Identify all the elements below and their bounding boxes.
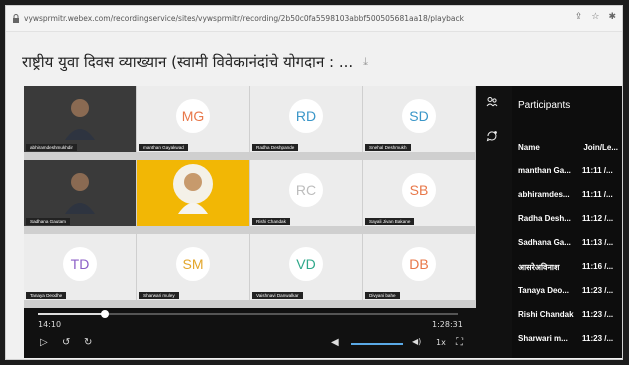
- participant-name-label: Snehal Deshmukh: [365, 144, 411, 151]
- panel-title: Participants: [518, 100, 571, 111]
- browser-window: vywsprmitr.webex.com/recordingservice/si…: [5, 5, 623, 360]
- participant-join-time: 11:13 /...: [582, 238, 614, 247]
- download-icon[interactable]: ⤓: [363, 55, 368, 69]
- participant-join-time: 11:23 /...: [582, 334, 614, 343]
- initials-avatar: SB: [402, 173, 436, 207]
- participant-name-label: Rishi Chandak: [252, 218, 290, 225]
- column-name[interactable]: Name: [518, 143, 540, 152]
- page-title: राष्ट्रीय युवा दिवस व्याख्यान (स्वामी वि…: [22, 53, 354, 71]
- current-time: 14:10: [38, 320, 62, 329]
- column-join-leave[interactable]: Join/Le...: [583, 143, 618, 152]
- video-feed-avatar: [176, 168, 210, 214]
- progress-fill: [38, 313, 106, 315]
- initials-avatar: SM: [176, 247, 210, 281]
- video-player[interactable]: abhiramdeshmukhdir MG manthan Gayakwad RD Ra…: [24, 86, 622, 358]
- share-icon[interactable]: ⇪: [575, 12, 583, 22]
- participant-name-label: Sayali Jivan Bakane: [365, 218, 415, 225]
- participant-tile[interactable]: SM Sharwari muley: [137, 234, 249, 300]
- participant-row[interactable]: Sadhana Ga... 11:13 /...: [518, 238, 622, 247]
- participant-tile[interactable]: DB Divyani bahe: [363, 234, 475, 300]
- participant-row[interactable]: Rishi Chandak 11:23 /...: [518, 310, 622, 319]
- participant-tile[interactable]: VD Vaishnavi Danwalkar: [250, 234, 362, 300]
- star-icon[interactable]: ☆: [591, 12, 599, 22]
- participant-tile[interactable]: MG manthan Gayakwad: [137, 86, 249, 152]
- participant-tile[interactable]: Sadhana Gautam: [24, 160, 136, 226]
- video-feed-avatar: [63, 168, 97, 214]
- participant-name-label: Sharwari muley: [139, 292, 179, 299]
- participant-tile[interactable]: TD Tanaya Deodhe: [24, 234, 136, 300]
- participant-name: Tanaya Deo...: [518, 286, 569, 295]
- participant-join-time: 11:23 /...: [582, 286, 614, 295]
- participant-name: Rishi Chandak: [518, 310, 574, 319]
- extension-icon[interactable]: ✱: [608, 12, 616, 22]
- participants-icon[interactable]: [480, 90, 504, 114]
- initials-avatar: SD: [402, 99, 436, 133]
- participant-name: abhiramdes...: [518, 190, 570, 199]
- participant-name-label: Radha Deshpande: [252, 144, 299, 151]
- participant-name: manthan Ga...: [518, 166, 571, 175]
- participant-row[interactable]: Tanaya Deo... 11:23 /...: [518, 286, 622, 295]
- participants-panel: Participants Name Join/Le... manthan Ga.…: [512, 86, 622, 358]
- volume-icon[interactable]: ◀: [331, 337, 339, 348]
- participant-row[interactable]: manthan Ga... 11:11 /...: [518, 166, 622, 175]
- participant-name-label: Sadhana Gautam: [26, 218, 71, 225]
- participant-name: आसरेअविनाश: [518, 263, 560, 272]
- participant-tile[interactable]: SB Sayali Jivan Bakane: [363, 160, 475, 226]
- fullscreen-icon[interactable]: ⛶: [456, 337, 463, 348]
- participant-tile[interactable]: abhiramdeshmukhdir: [24, 86, 136, 152]
- participant-join-time: 11:11 /...: [582, 190, 613, 199]
- participant-tile[interactable]: RD Radha Deshpande: [250, 86, 362, 152]
- address-bar[interactable]: vywsprmitr.webex.com/recordingservice/si…: [6, 6, 622, 32]
- play-icon[interactable]: ▷: [40, 337, 48, 348]
- participant-tile[interactable]: SD Snehal Deshmukh: [363, 86, 475, 152]
- participant-name: Sadhana Ga...: [518, 238, 571, 247]
- initials-avatar: RD: [289, 99, 323, 133]
- initials-avatar: TD: [63, 247, 97, 281]
- participant-join-time: 11:23 /...: [582, 310, 614, 319]
- total-time: 1:28:31: [432, 320, 463, 329]
- participant-row[interactable]: Sharwari m... 11:23 /...: [518, 334, 622, 343]
- video-feed-avatar: [63, 94, 97, 140]
- url-text[interactable]: vywsprmitr.webex.com/recordingservice/si…: [24, 14, 464, 23]
- lock-icon: [10, 13, 22, 25]
- participant-name-label: abhiramdeshmukhdir: [26, 144, 77, 151]
- forward-icon[interactable]: ↻: [84, 337, 92, 348]
- participant-tile[interactable]: [137, 160, 249, 226]
- progress-handle[interactable]: [101, 310, 110, 318]
- initials-avatar: DB: [402, 247, 436, 281]
- participant-name-label: Tanaya Deodhe: [26, 292, 67, 299]
- participant-row[interactable]: आसरेअविनाश 11:16 /...: [518, 262, 622, 273]
- initials-avatar: VD: [289, 247, 323, 281]
- participant-tile[interactable]: RC Rishi Chandak: [250, 160, 362, 226]
- participant-join-time: 11:16 /...: [582, 262, 614, 271]
- participant-row[interactable]: Radha Desh... 11:12 /...: [518, 214, 622, 223]
- participant-name-label: Divyani bahe: [365, 292, 400, 299]
- participant-name-label: manthan Gayakwad: [139, 144, 188, 151]
- volume-slider[interactable]: [351, 343, 403, 345]
- participant-name: Sharwari m...: [518, 334, 568, 343]
- participant-name: Radha Desh...: [518, 214, 571, 223]
- volume-high-icon[interactable]: ◀): [412, 337, 421, 346]
- initials-avatar: RC: [289, 173, 323, 207]
- initials-avatar: MG: [176, 99, 210, 133]
- video-grid[interactable]: abhiramdeshmukhdir MG manthan Gayakwad RD Ra…: [24, 86, 476, 308]
- participant-row[interactable]: abhiramdes... 11:11 /...: [518, 190, 622, 199]
- participant-join-time: 11:12 /...: [582, 214, 614, 223]
- chat-icon[interactable]: [480, 124, 504, 148]
- participant-name-label: Vaishnavi Danwalkar: [252, 292, 303, 299]
- rewind-icon[interactable]: ↺: [62, 337, 70, 348]
- speed-button[interactable]: 1x: [436, 338, 446, 347]
- progress-bar[interactable]: [38, 310, 458, 318]
- participant-join-time: 11:11 /...: [582, 166, 613, 175]
